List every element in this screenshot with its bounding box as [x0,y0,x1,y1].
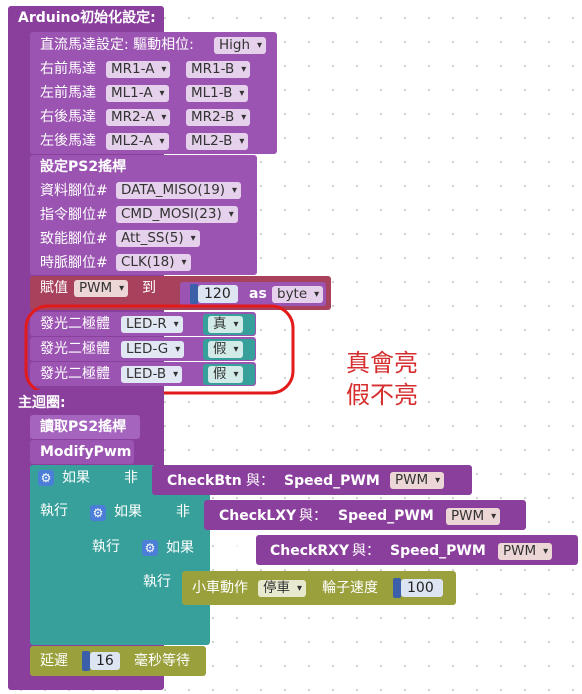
and-label-3: 與： [352,543,380,559]
cond-func-2: CheckLXY [219,508,297,524]
led-highlight-outline [24,304,295,395]
ps2-pin-dropdown-3[interactable]: CLK(18) [116,254,191,271]
motor-b-dropdown-3[interactable]: ML2-B [186,133,249,150]
delay-unit: 毫秒等待 [134,653,190,669]
cond-speed-2: Speed_PWM [338,508,434,524]
ps2-pin-dropdown-1[interactable]: CMD_MOSI(23) [116,206,238,223]
as-label: as [249,286,267,302]
cond-speed-1: Speed_PWM [284,473,380,489]
read-ps2-label: 讀取PS2搖桿 [40,419,127,435]
ps2-pin-label-2: 致能腳位# [40,231,108,247]
do-label-2: 執行 [92,539,120,555]
motor-a-dropdown-0[interactable]: MR1-A [106,61,171,78]
ps2-pin-label-0: 資料腳位# [40,183,108,199]
cond-var-dropdown-1[interactable]: PWM [390,472,445,489]
motor-a-dropdown-3[interactable]: ML2-A [106,133,169,150]
and-label-1: 與： [246,473,274,489]
number-block-edge [393,578,401,598]
gear-icon[interactable]: ⚙ [142,540,158,556]
annotation-line-2: 假不亮 [346,381,418,409]
dc-motor-label: 直流馬達設定: 驅動相位: [40,37,194,53]
motor-b-dropdown-2[interactable]: MR2-B [186,109,251,126]
cond-func-3: CheckRXY [270,543,350,559]
type-dropdown[interactable]: byte [272,286,324,303]
assign-to-label: 到 [142,280,156,296]
delay-value-input[interactable]: 16 [90,652,120,670]
cond-speed-3: Speed_PWM [390,543,486,559]
wheel-speed-label: 輪子速度 [322,580,378,596]
motor-a-dropdown-1[interactable]: ML1-A [106,85,169,102]
ps2-pin-dropdown-0[interactable]: DATA_MISO(19) [116,182,242,199]
if-label-1: 如果 [62,470,90,486]
motor-label-2: 右後馬達 [40,109,96,125]
cond-var-dropdown-2[interactable]: PWM [446,508,501,525]
ps2-setup-title: 設定PS2搖桿 [40,159,127,175]
gear-icon[interactable]: ⚙ [90,505,106,521]
do-label-1: 執行 [40,503,68,519]
car-action-label: 小車動作 [192,580,248,596]
and-label-2: 與： [299,508,327,524]
setup-title: Arduino初始化設定: [18,10,156,26]
if-label-3: 如果 [166,540,194,556]
motor-b-dropdown-1[interactable]: ML1-B [186,85,249,102]
if-label-2: 如果 [114,504,142,520]
motor-label-1: 左前馬達 [40,85,96,101]
assign-value-input[interactable]: 120 [198,285,238,303]
assign-label: 賦值 [40,280,68,296]
assign-var-dropdown[interactable]: PWM [74,280,129,297]
ps2-pin-dropdown-2[interactable]: Att_SS(5) [116,230,200,247]
motor-a-dropdown-2[interactable]: MR2-A [106,109,171,126]
number-block-edge [82,651,90,671]
gear-icon[interactable]: ⚙ [38,470,54,486]
motor-label-0: 右前馬達 [40,61,96,77]
not-label-2: 非 [176,504,190,520]
car-action-dropdown[interactable]: 停車 [258,580,306,597]
ps2-pin-label-1: 指令腳位# [40,207,108,223]
cond-var-dropdown-3[interactable]: PWM [498,543,553,560]
motor-b-dropdown-0[interactable]: MR1-B [186,61,251,78]
annotation-line-1: 真會亮 [346,349,418,377]
number-block-edge [190,284,198,304]
do-label-3: 執行 [143,574,171,590]
delay-label: 延遲 [40,653,68,669]
ps2-pin-label-3: 時脈腳位# [40,255,108,271]
loop-title: 主迴圈: [18,395,66,411]
not-label-1: 非 [124,470,138,486]
motor-label-3: 左後馬達 [40,133,96,149]
not-label-3: 非 [228,540,242,556]
modify-pwm-label: ModifyPwm [40,444,132,460]
cond-func-1: CheckBtn [167,473,242,489]
wheel-speed-input[interactable]: 100 [401,579,443,597]
phase-dropdown[interactable]: High [214,37,267,54]
